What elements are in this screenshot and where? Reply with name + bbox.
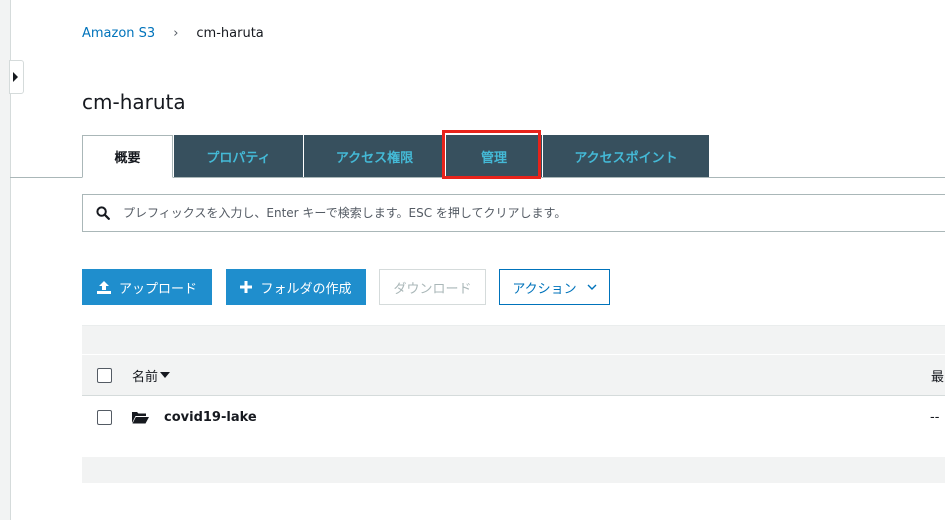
breadcrumb: Amazon S3 › cm-haruta (82, 26, 264, 41)
folder-icon (132, 411, 149, 424)
search-input[interactable] (123, 206, 945, 220)
folder-link[interactable]: covid19-lake (164, 410, 257, 425)
column-header-name[interactable]: 名前 (132, 366, 158, 385)
upload-button-label: アップロード (118, 281, 197, 297)
sort-desc-icon[interactable] (160, 372, 171, 378)
plus-icon (240, 281, 253, 293)
page-title: cm-haruta (82, 90, 186, 114)
column-header-last-modified[interactable]: 最 (931, 366, 944, 385)
tab-overview[interactable]: 概要 (82, 135, 173, 178)
tab-properties[interactable]: プロパティ (173, 135, 303, 177)
chevron-right-icon: › (173, 26, 179, 41)
search-box (82, 194, 945, 232)
chevron-down-icon (587, 284, 597, 290)
create-folder-button-label: フォルダの作成 (260, 281, 352, 297)
table-toolbar-strip (82, 325, 945, 354)
upload-icon (96, 280, 111, 294)
row-last-modified: -- (930, 409, 940, 425)
search-icon (83, 206, 123, 220)
table-row[interactable]: covid19-lake -- (82, 397, 945, 437)
tab-bar: 概要 プロパティ アクセス権限 管理 アクセスポイント (82, 135, 709, 178)
upload-button[interactable]: アップロード (82, 269, 212, 305)
tab-management[interactable]: 管理 (445, 135, 542, 177)
tab-access-points[interactable]: アクセスポイント (542, 135, 709, 177)
actions-dropdown-label: アクション (512, 281, 577, 297)
breadcrumb-current: cm-haruta (196, 26, 264, 41)
row-checkbox[interactable] (97, 409, 112, 425)
select-all-checkbox[interactable] (97, 367, 112, 383)
breadcrumb-amazon-s3-link[interactable]: Amazon S3 (82, 26, 155, 41)
download-button[interactable]: ダウンロード (379, 269, 486, 305)
caret-right-icon (12, 72, 18, 82)
sidebar-toggle-button[interactable] (9, 60, 24, 94)
tab-permissions[interactable]: アクセス権限 (303, 135, 445, 177)
download-button-label: ダウンロード (393, 281, 472, 297)
create-folder-button[interactable]: フォルダの作成 (226, 269, 366, 305)
table-header: 名前 最 (82, 355, 945, 396)
table-footer (82, 457, 945, 483)
actions-dropdown[interactable]: アクション (499, 269, 610, 305)
